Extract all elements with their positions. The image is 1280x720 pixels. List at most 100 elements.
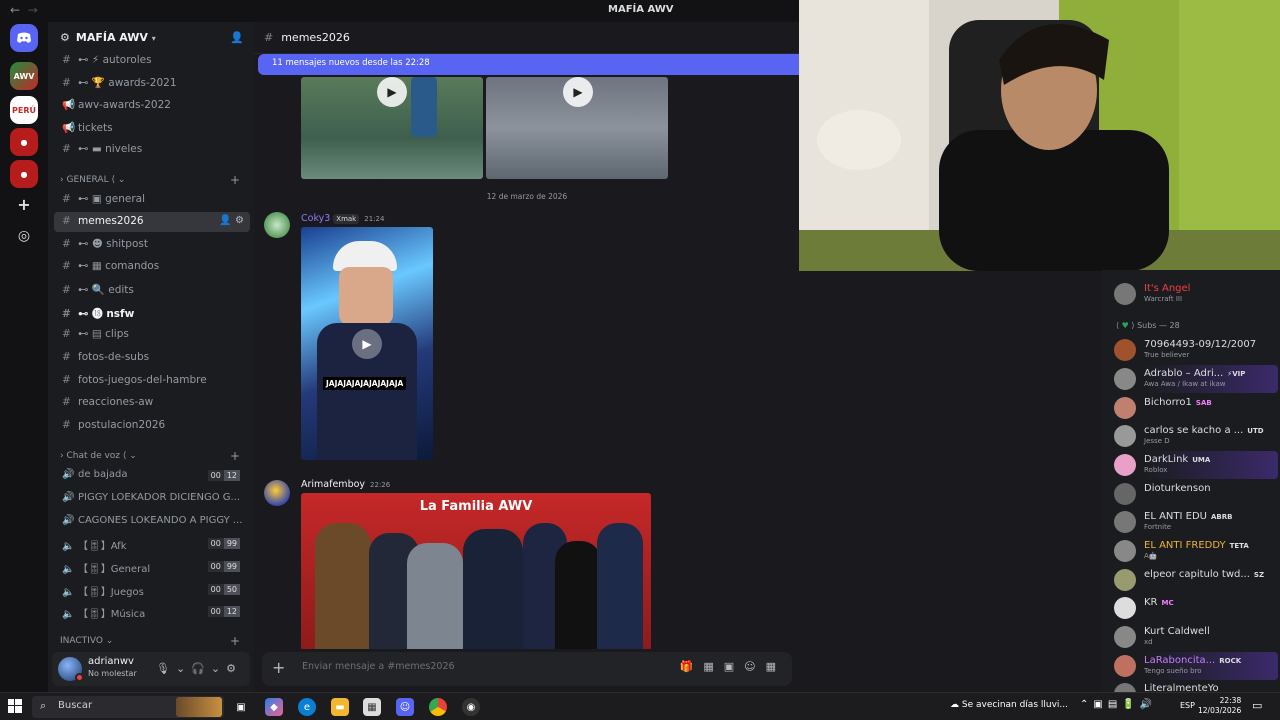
edge-icon[interactable]: e (298, 698, 316, 716)
member-item[interactable]: Bichorro1 SAB (1110, 394, 1278, 422)
voice-channel[interactable]: 🔊 de bajada 00 12 (54, 466, 250, 486)
obs-icon[interactable]: ◉ (462, 698, 480, 716)
windows-start-icon[interactable] (8, 699, 24, 715)
hash-icon: # (264, 31, 274, 44)
video-caption: JAJAJAJAJAJAJAJAJA (323, 377, 407, 390)
chat-area: # memes2026 11 mensajes nuevos desde las … (254, 22, 800, 692)
channel-memes2026[interactable]: # memes2026 👤 ⚙ (54, 212, 250, 232)
nav-arrows[interactable]: ← → (10, 3, 38, 17)
channel-tickets[interactable]: 📢 tickets (54, 118, 250, 138)
tray-icons[interactable]: ⌃▣▤🔋🔊 (1080, 699, 1157, 710)
weather-widget[interactable]: ☁ Se avecinan días lluvi... (950, 700, 1068, 710)
composer-tools[interactable]: 🎁▦▣☺▦ (680, 660, 786, 673)
empty-panel (800, 271, 1102, 692)
store-icon[interactable]: ▦ (363, 698, 381, 716)
channel-clips[interactable]: # ⊷ ▤ clips (54, 325, 250, 345)
channel-header: # memes2026 (254, 22, 800, 54)
add-attachment-icon[interactable]: + (272, 658, 285, 677)
megaphone-icon: 📢 (62, 99, 76, 111)
channel-edits[interactable]: # ⊷ 🔍 edits (54, 280, 250, 300)
member-item[interactable]: LaRaboncita... ROCK Tengo sueño bro (1110, 652, 1278, 680)
avatar[interactable] (264, 212, 290, 238)
voice-channel[interactable]: 🔊 PIGGY LOEKADOR DICIENGO G... (54, 489, 250, 509)
member-item[interactable]: DarkLink UMA Roblox (1110, 451, 1278, 479)
discord-taskbar-icon[interactable]: ☺ (396, 698, 414, 716)
member-item[interactable]: Kurt Caldwell xd (1110, 623, 1278, 651)
file-explorer-icon[interactable]: ▬ (331, 698, 349, 716)
add-server-icon[interactable]: + (10, 190, 38, 218)
invite-icon[interactable]: 👤 (230, 31, 244, 44)
server-icon-team-awv[interactable]: AWV (10, 62, 38, 90)
channel-comandos[interactable]: # ⊷ ▦ comandos (54, 257, 250, 277)
channel-reacciones-aw[interactable]: # reacciones-aw (54, 393, 250, 413)
channel-fotos-juegos-del-hambre[interactable]: # fotos-juegos-del-hambre (54, 371, 250, 391)
category-general[interactable]: › GENERAL ⟨ ⌄ + (54, 173, 250, 187)
play-icon[interactable]: ▶ (352, 329, 382, 359)
member-item[interactable]: EL ANTI EDU ABRB Fortnite (1110, 508, 1278, 536)
channel-awards-2021[interactable]: # ⊷ 🏆 awards-2021 (54, 73, 250, 93)
member-item[interactable]: 70964493-09/12/2007 True believer (1110, 336, 1278, 364)
chrome-icon[interactable] (429, 698, 447, 716)
member-item[interactable]: carlos se kacho a ... UTD Jesse D (1110, 422, 1278, 450)
chevron-down-icon: ▾ (151, 34, 156, 43)
language-indicator[interactable]: ESP (1180, 701, 1195, 710)
discover-icon[interactable]: ◎ (10, 222, 38, 250)
channel-settings-icon: 👤 ⚙ (219, 215, 244, 226)
server-header[interactable]: ⚙ MAFÍA AWV ▾ 👤 (48, 22, 254, 54)
video-attachment[interactable]: ▶ (486, 77, 668, 179)
member-item[interactable]: elpeor capitulo twd... SZ (1110, 566, 1278, 594)
category-voice[interactable]: › Chat de voz ⟨ ⌄ + (54, 449, 250, 463)
member-item[interactable]: EL ANTI FREDDY TETA A🤖 (1110, 537, 1278, 565)
channel-shitpost[interactable]: # ⊷ ☻ shitpost (54, 235, 250, 255)
message-author[interactable]: Arimafemboy 22:26 (301, 479, 390, 490)
clock[interactable]: 22:38 12/03/2026 (1198, 696, 1241, 716)
voice-channel[interactable]: 🔈 【🎚】Afk 00 99 (54, 534, 250, 554)
channel-niveles[interactable]: # ⊷ ▬ niveles (54, 140, 250, 160)
search-input[interactable] (58, 700, 158, 711)
avatar[interactable] (264, 480, 290, 506)
channel-general[interactable]: # ⊷ ▣ general (54, 190, 250, 210)
category-inactive[interactable]: INACTIVO ⌄ + (54, 634, 250, 648)
member-item[interactable]: Dioturkenson (1110, 480, 1278, 508)
new-messages-bar[interactable]: 11 mensajes nuevos desde las 22:28 (258, 54, 800, 75)
taskbar: ⌕ ▣ ◆ e ▬ ▦ ☺ ◉ ☁ Se avecinan días lluvi… (0, 692, 1280, 720)
member-item[interactable]: LiteralmenteYo (1110, 680, 1278, 692)
video-attachment[interactable]: ▶ JAJAJAJAJAJAJAJAJA (301, 227, 433, 460)
server-icon-red-2[interactable]: ● (10, 160, 38, 188)
voice-channel[interactable]: 🔈 【🎚】Música 00 12 (54, 602, 250, 622)
voice-channel[interactable]: 🔈 【🎚】General 00 99 (54, 557, 250, 577)
channel-postulacion2026[interactable]: # postulacion2026 (54, 416, 250, 436)
avatar (1114, 483, 1136, 505)
user-controls[interactable]: 🎙⌄🎧⌄⚙ (156, 662, 242, 675)
avatar (1114, 626, 1136, 648)
video-attachment[interactable]: ▶ (301, 77, 483, 179)
image-title: La Familia AWV (419, 499, 533, 514)
voice-channel[interactable]: 🔈 【🎚】Juegos 00 50 (54, 580, 250, 600)
taskbar-search[interactable]: ⌕ (32, 696, 224, 718)
voice-channel[interactable]: 🔊 CAGONES LOKEANDO A PIGGY ... (54, 512, 250, 532)
channel-fotos-de-subs[interactable]: # fotos-de-subs (54, 348, 250, 368)
notification-icon[interactable]: ▭ (1252, 699, 1262, 712)
discord-home-icon[interactable] (10, 24, 38, 52)
user-panel[interactable]: adrianwv No molestar 🎙⌄🎧⌄⚙ (52, 652, 250, 686)
date-separator: 12 de marzo de 2026 (486, 192, 568, 201)
play-icon[interactable]: ▶ (377, 77, 407, 107)
image-attachment[interactable]: La Familia AWV (301, 493, 651, 649)
speaker-icon: 🔈 (62, 541, 75, 552)
server-icon-peru[interactable]: PERÚ (10, 96, 38, 124)
channel-awv-awards-2022[interactable]: 📢 awv-awards-2022 (54, 95, 250, 115)
member-item[interactable]: It's Angel Warcraft III (1110, 280, 1278, 308)
member-item[interactable]: KR MC (1110, 594, 1278, 622)
message-author[interactable]: Coky3 Xmak 21:24 (301, 213, 384, 224)
server-icon-red-1[interactable]: ● (10, 128, 38, 156)
channel-autoroles[interactable]: # ⊷ ⚡ autoroles (54, 51, 250, 71)
username: adrianwv (88, 656, 134, 667)
avatar (1114, 511, 1136, 533)
message-input[interactable] (302, 661, 582, 672)
play-icon[interactable]: ▶ (563, 77, 593, 107)
copilot-icon[interactable]: ◆ (265, 698, 283, 716)
dnd-status-icon (75, 673, 84, 682)
task-view-icon[interactable]: ▣ (232, 698, 250, 716)
channel-nsfw[interactable]: # ⊷ ⓲ nsfw (54, 303, 250, 323)
member-item[interactable]: Adrablo – Adri... ⚡VIP Awa Awa / Ikaw at i… (1110, 365, 1278, 393)
